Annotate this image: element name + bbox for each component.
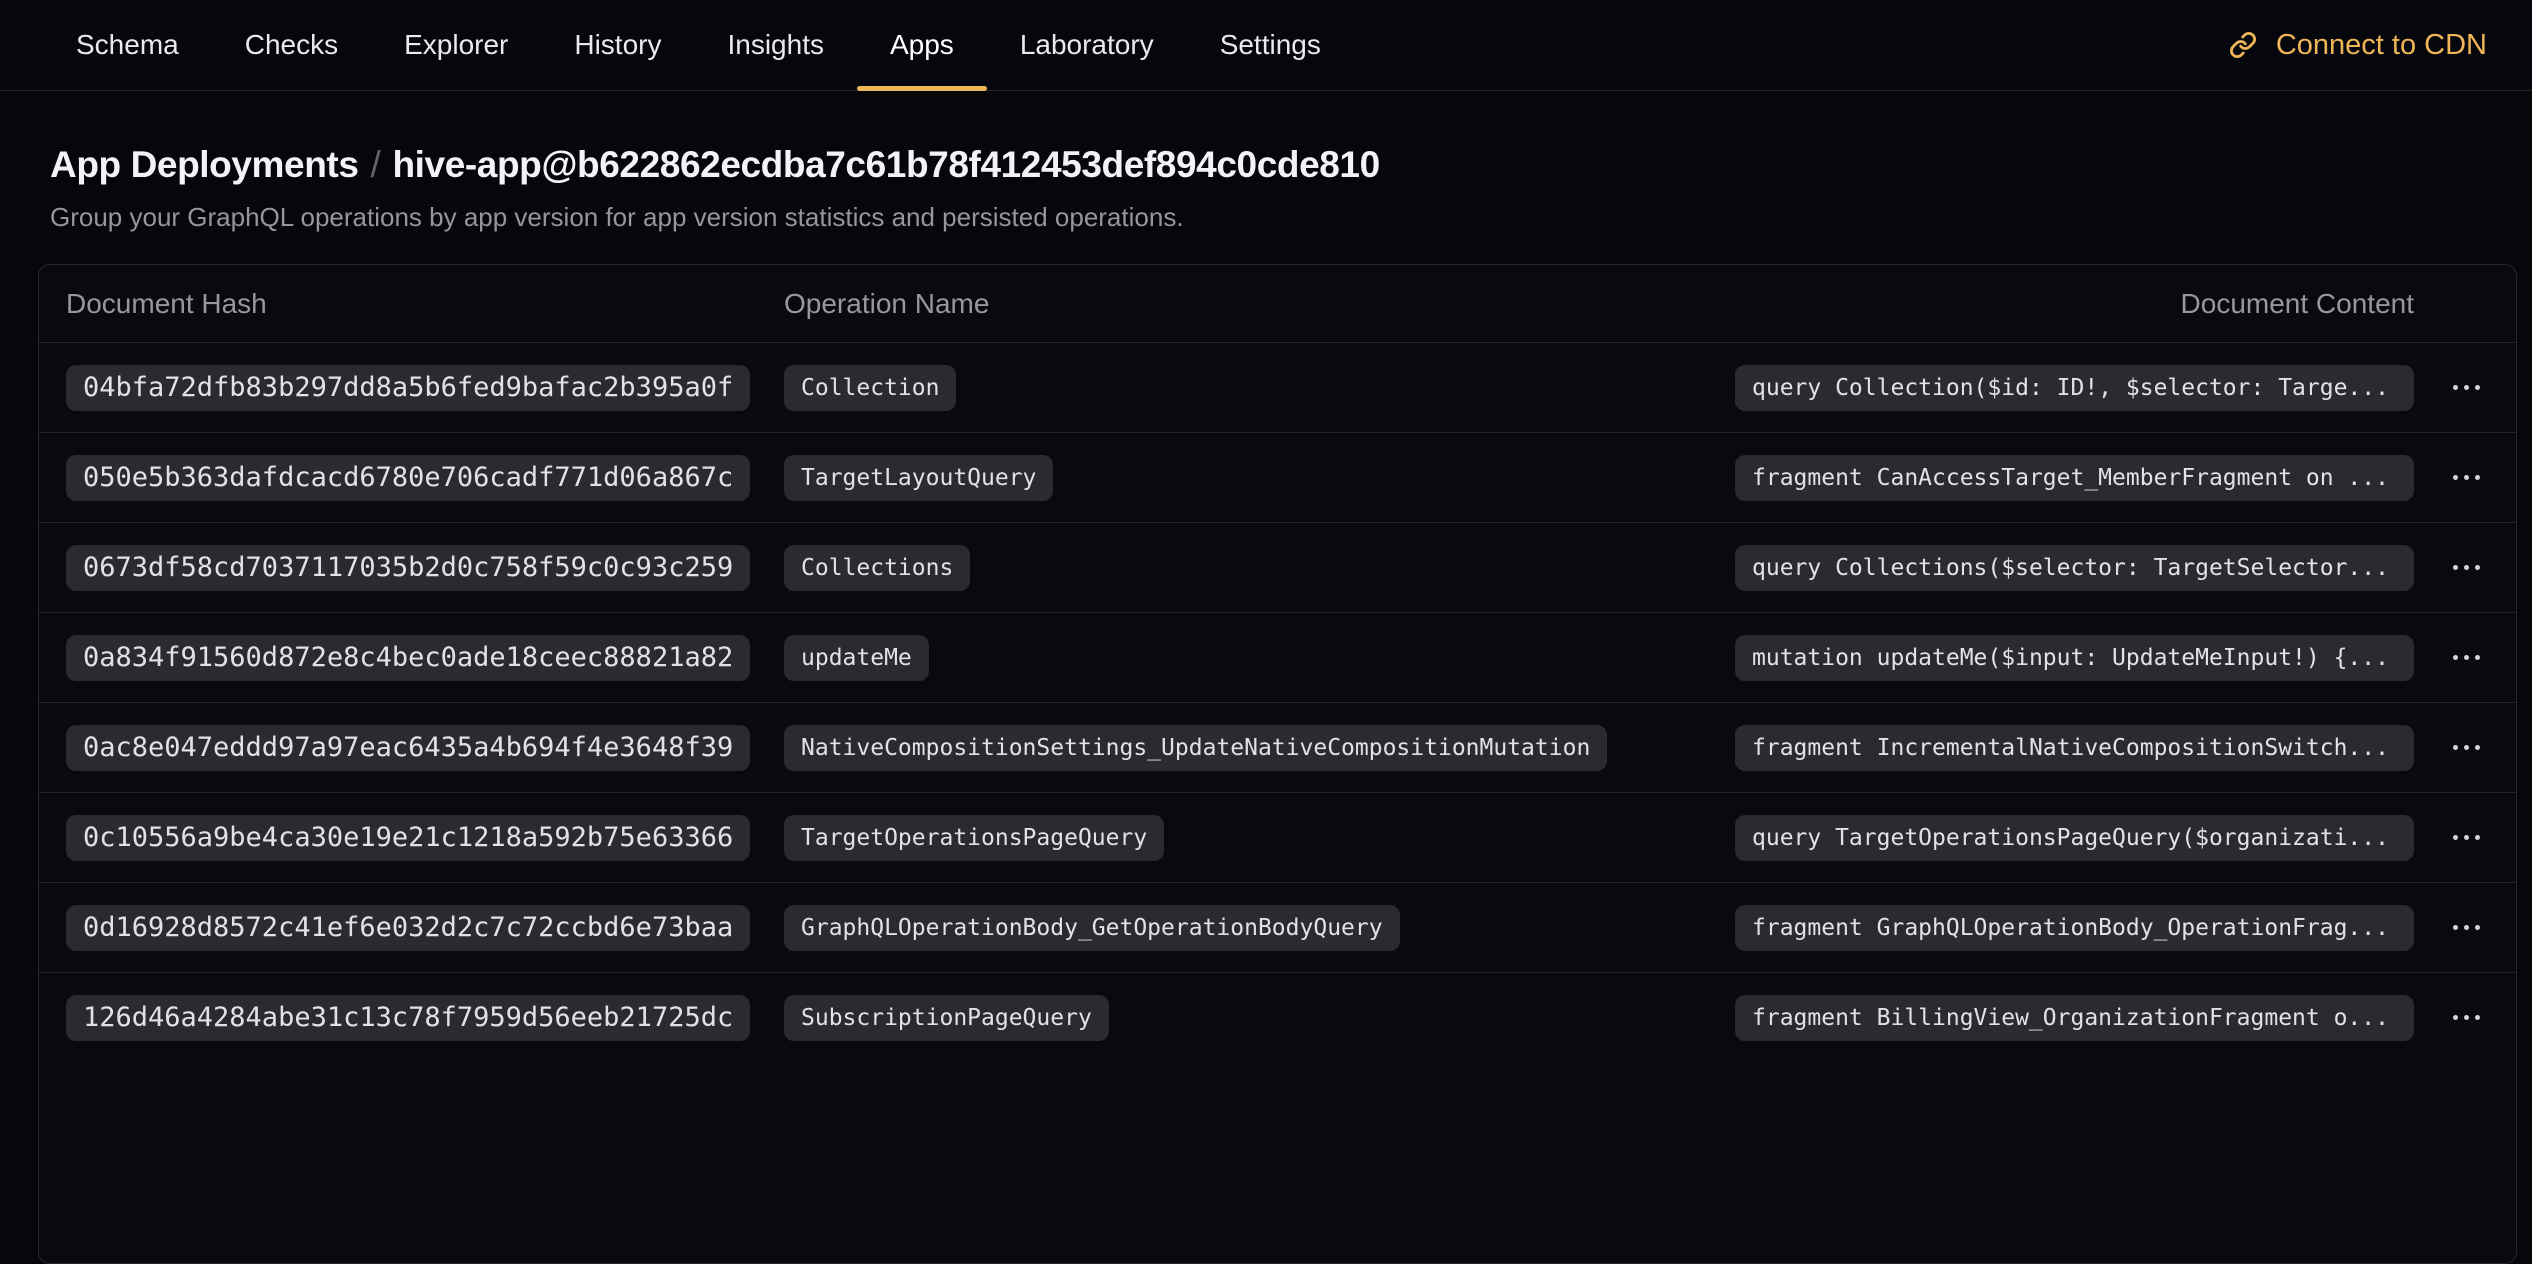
connect-to-cdn-button[interactable]: Connect to CDN — [2229, 29, 2487, 62]
deployments-table: Document Hash Operation Name Document Co… — [38, 264, 2517, 1264]
column-header-document-hash: Document Hash — [66, 288, 784, 320]
nav-tab-label: Insights — [727, 29, 824, 61]
ellipsis-icon — [2453, 835, 2480, 840]
nav-tab-label: Settings — [1220, 29, 1321, 61]
ellipsis-icon — [2453, 475, 2480, 480]
nav-tab-settings[interactable]: Settings — [1187, 0, 1354, 90]
document-hash-badge: 0c10556a9be4ca30e19e21c1218a592b75e63366 — [66, 815, 750, 861]
nav-tab-checks[interactable]: Checks — [212, 0, 371, 90]
column-header-document-content: Document Content — [1717, 288, 2414, 320]
page-subtitle: Group your GraphQL operations by app ver… — [50, 201, 2532, 233]
nav-tab-insights[interactable]: Insights — [694, 0, 857, 90]
top-nav: Schema Checks Explorer History Insights … — [0, 0, 2532, 91]
column-header-operation-name: Operation Name — [784, 288, 1717, 320]
nav-tabs: Schema Checks Explorer History Insights … — [43, 0, 1354, 90]
ellipsis-icon — [2453, 1015, 2480, 1020]
table-header: Document Hash Operation Name Document Co… — [39, 265, 2516, 342]
ellipsis-icon — [2453, 925, 2480, 930]
page-header: App Deployments/hive-app@b622862ecdba7c6… — [0, 91, 2532, 233]
breadcrumb: App Deployments/hive-app@b622862ecdba7c6… — [50, 143, 2532, 187]
deployment-name: hive-app@b622862ecdba7c61b78f412453def89… — [392, 144, 1379, 185]
row-actions-button[interactable] — [2443, 553, 2490, 582]
row-actions-button[interactable] — [2443, 643, 2490, 672]
document-hash-badge: 126d46a4284abe31c13c78f7959d56eeb21725dc — [66, 995, 750, 1041]
document-content-badge: mutation updateMe($input: UpdateMeInput!… — [1735, 635, 2414, 681]
nav-tab-schema[interactable]: Schema — [43, 0, 212, 90]
connect-to-cdn-label: Connect to CDN — [2276, 29, 2487, 62]
document-content-badge: fragment BillingView_OrganizationFragmen… — [1735, 995, 2414, 1041]
row-actions-button[interactable] — [2443, 373, 2490, 402]
table-body: 04bfa72dfb83b297dd8a5b6fed9bafac2b395a0f… — [39, 342, 2516, 1062]
nav-tab-laboratory[interactable]: Laboratory — [987, 0, 1187, 90]
nav-tab-explorer[interactable]: Explorer — [371, 0, 541, 90]
document-hash-badge: 04bfa72dfb83b297dd8a5b6fed9bafac2b395a0f — [66, 365, 750, 411]
nav-tab-history[interactable]: History — [541, 0, 694, 90]
document-content-badge: fragment CanAccessTarget_MemberFragment … — [1735, 455, 2414, 501]
document-hash-badge: 0a834f91560d872e8c4bec0ade18ceec88821a82 — [66, 635, 750, 681]
operation-name-badge: updateMe — [784, 635, 929, 681]
row-actions-button[interactable] — [2443, 733, 2490, 762]
document-hash-badge: 0673df58cd7037117035b2d0c758f59c0c93c259 — [66, 545, 750, 591]
operation-name-badge: TargetOperationsPageQuery — [784, 815, 1164, 861]
document-content-badge: query Collection($id: ID!, $selector: Ta… — [1735, 365, 2414, 411]
table-row: 0ac8e047eddd97a97eac6435a4b694f4e3648f39… — [39, 702, 2516, 792]
operation-name-badge: GraphQLOperationBody_GetOperationBodyQue… — [784, 905, 1400, 951]
ellipsis-icon — [2453, 565, 2480, 570]
operation-name-badge: NativeCompositionSettings_UpdateNativeCo… — [784, 725, 1607, 771]
table-row: 0d16928d8572c41ef6e032d2c7c72ccbd6e73baa… — [39, 882, 2516, 972]
table-row: 0a834f91560d872e8c4bec0ade18ceec88821a82… — [39, 612, 2516, 702]
document-content-badge: fragment GraphQLOperationBody_OperationF… — [1735, 905, 2414, 951]
table-row: 0c10556a9be4ca30e19e21c1218a592b75e63366… — [39, 792, 2516, 882]
ellipsis-icon — [2453, 655, 2480, 660]
ellipsis-icon — [2453, 385, 2480, 390]
document-content-badge: fragment IncrementalNativeCompositionSwi… — [1735, 725, 2414, 771]
nav-tab-label: Laboratory — [1020, 29, 1154, 61]
document-hash-badge: 050e5b363dafdcacd6780e706cadf771d06a867c — [66, 455, 750, 501]
document-content-badge: query Collections($selector: TargetSelec… — [1735, 545, 2414, 591]
operation-name-badge: SubscriptionPageQuery — [784, 995, 1109, 1041]
operation-name-badge: Collections — [784, 545, 970, 591]
row-actions-button[interactable] — [2443, 463, 2490, 492]
nav-tab-label: Apps — [890, 29, 954, 61]
nav-tab-apps[interactable]: Apps — [857, 0, 987, 90]
nav-tab-label: Checks — [245, 29, 338, 61]
breadcrumb-separator: / — [359, 144, 393, 185]
nav-right: Connect to CDN — [2229, 0, 2487, 90]
table-row: 126d46a4284abe31c13c78f7959d56eeb21725dc… — [39, 972, 2516, 1062]
document-hash-badge: 0d16928d8572c41ef6e032d2c7c72ccbd6e73baa — [66, 905, 750, 951]
document-hash-badge: 0ac8e047eddd97a97eac6435a4b694f4e3648f39 — [66, 725, 750, 771]
link-icon — [2229, 31, 2257, 59]
ellipsis-icon — [2453, 745, 2480, 750]
document-content-badge: query TargetOperationsPageQuery($organiz… — [1735, 815, 2414, 861]
operation-name-badge: Collection — [784, 365, 956, 411]
row-actions-button[interactable] — [2443, 823, 2490, 852]
breadcrumb-app-deployments[interactable]: App Deployments — [50, 144, 359, 185]
nav-tab-label: History — [574, 29, 661, 61]
operation-name-badge: TargetLayoutQuery — [784, 455, 1053, 501]
table-row: 0673df58cd7037117035b2d0c758f59c0c93c259… — [39, 522, 2516, 612]
row-actions-button[interactable] — [2443, 913, 2490, 942]
table-row: 04bfa72dfb83b297dd8a5b6fed9bafac2b395a0f… — [39, 342, 2516, 432]
nav-tab-label: Schema — [76, 29, 179, 61]
table-row: 050e5b363dafdcacd6780e706cadf771d06a867c… — [39, 432, 2516, 522]
nav-tab-label: Explorer — [404, 29, 508, 61]
